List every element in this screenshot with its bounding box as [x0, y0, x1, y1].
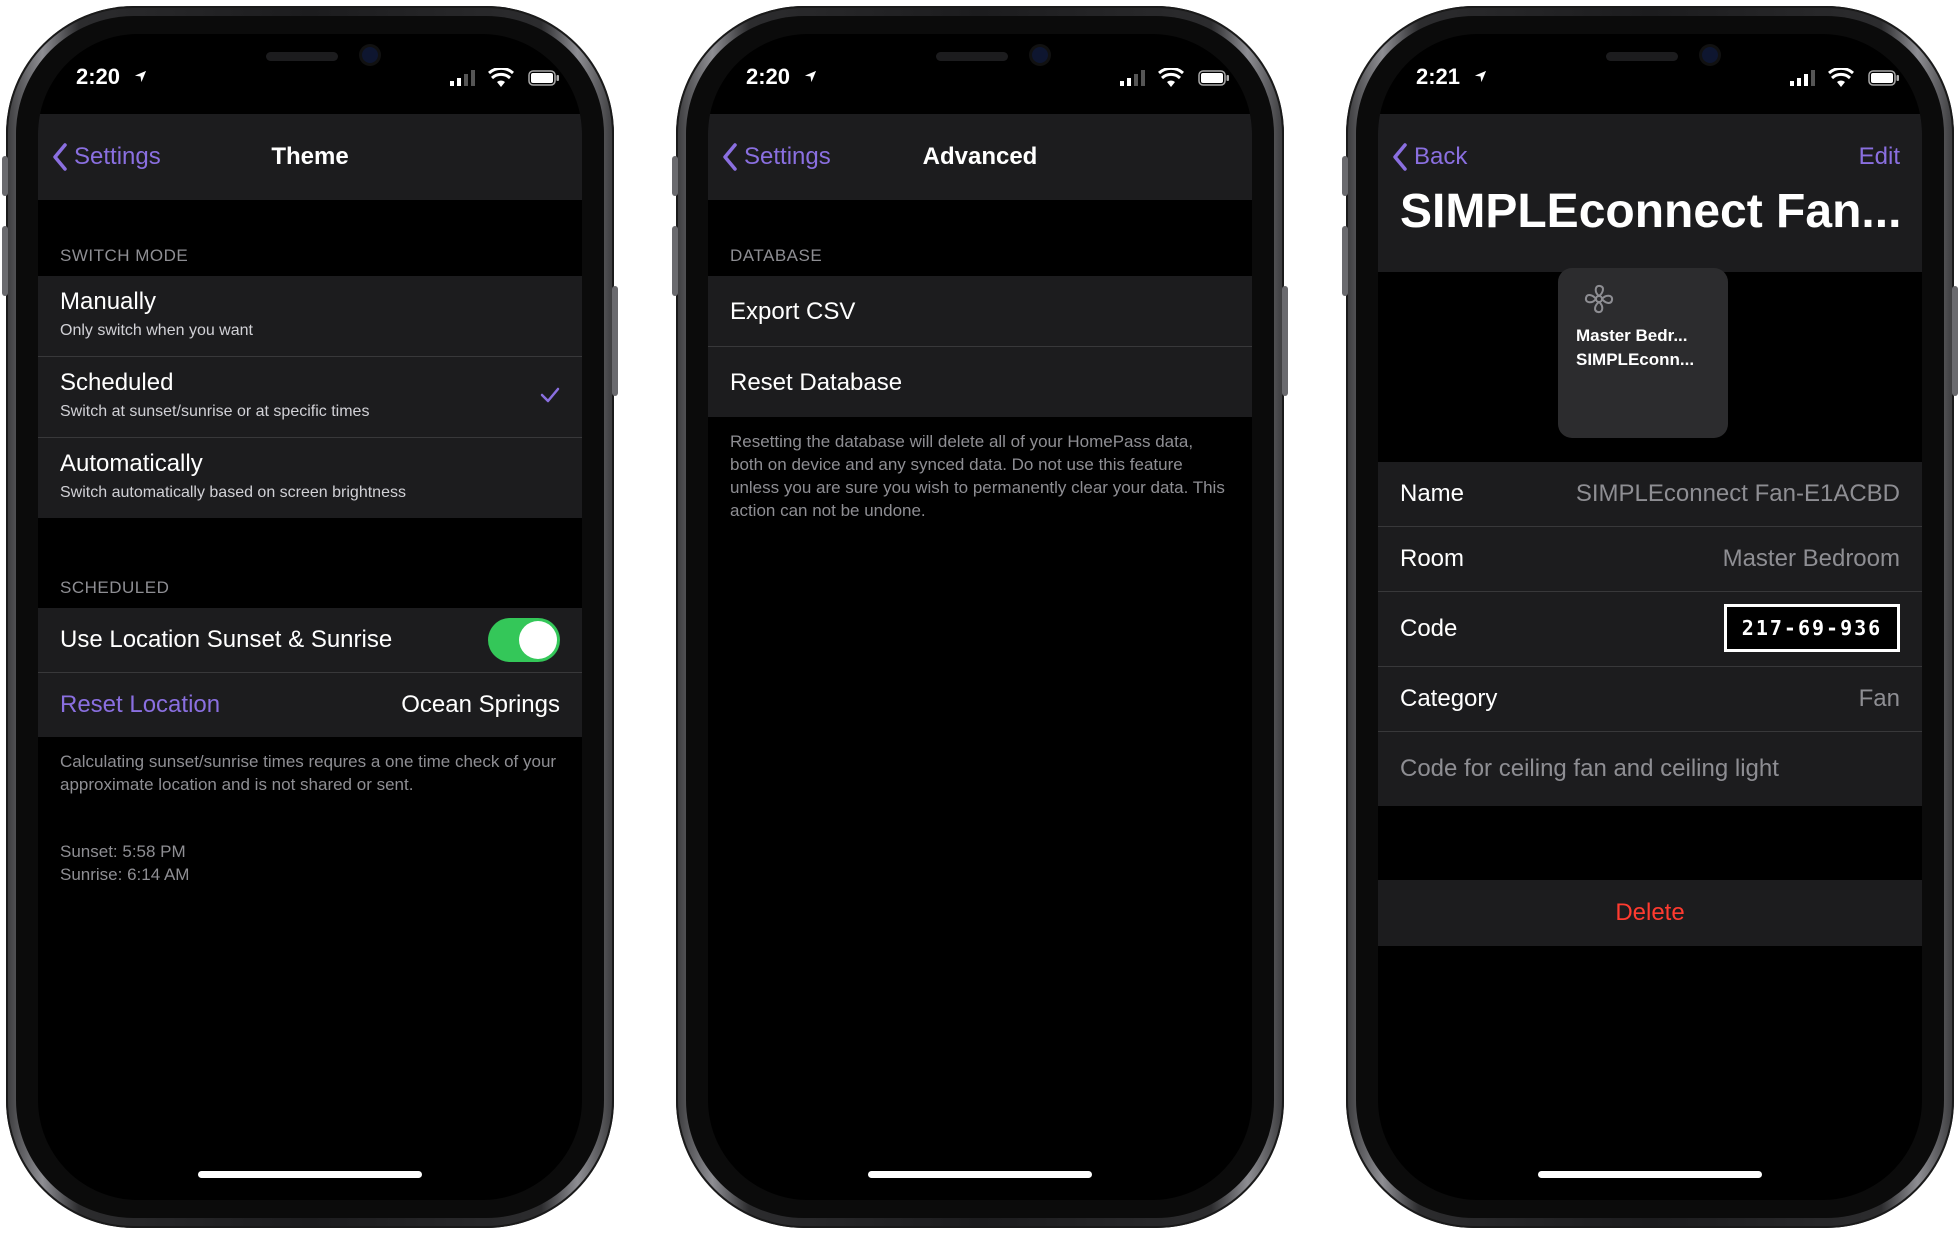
page-title: Advanced: [922, 143, 1038, 170]
mute-switch: [672, 156, 678, 196]
code-row[interactable]: Code 217-69-936: [1378, 592, 1922, 667]
location-footer-text: Calculating sunset/sunrise times requres…: [60, 752, 557, 794]
use-location-row: Use Location Sunset & Sunrise: [38, 608, 582, 673]
home-indicator[interactable]: [868, 1171, 1092, 1178]
database-group: Export CSV Reset Database: [708, 276, 1252, 417]
status-bar: 2:21: [1378, 64, 1922, 104]
reset-location-row[interactable]: Reset Location Ocean Springs: [38, 673, 582, 737]
volume-up-button: [1342, 226, 1348, 296]
room-key: Room: [1400, 545, 1465, 572]
option-automatically[interactable]: Automatically Switch automatically based…: [38, 438, 582, 518]
phone-advanced: 2:20 Settings Advanced DATABASE Export C…: [672, 6, 1288, 1228]
use-location-label: Use Location Sunset & Sunrise: [60, 626, 393, 653]
screen: 2:21 Back Edit SIMPLEconnect Fan... Mast…: [1378, 34, 1922, 1200]
category-value: Fan: [1858, 685, 1900, 712]
room-value: Master Bedroom: [1722, 545, 1900, 572]
option-subtitle: Switch at sunset/sunrise or at specific …: [60, 403, 370, 420]
option-subtitle: Only switch when you want: [60, 322, 253, 339]
status-time: 2:21: [1416, 64, 1461, 89]
volume-up-button: [672, 226, 678, 296]
reset-database-label: Reset Database: [730, 369, 903, 396]
option-manually[interactable]: Manually Only switch when you want: [38, 276, 582, 357]
battery-icon: [1198, 70, 1229, 86]
name-row[interactable]: Name SIMPLEconnect Fan-E1ACBD: [1378, 462, 1922, 527]
battery-icon: [1868, 70, 1899, 86]
option-subtitle: Switch automatically based on screen bri…: [60, 484, 406, 501]
cellular-signal-icon: [1790, 70, 1815, 86]
option-title: Scheduled: [60, 369, 174, 396]
tile-room-label: Master Bedr...: [1576, 326, 1688, 345]
export-csv-row[interactable]: Export CSV: [708, 276, 1252, 347]
status-bar: 2:20: [708, 64, 1252, 104]
page-title: Theme: [271, 143, 349, 170]
category-key: Category: [1400, 685, 1498, 712]
status-time: 2:20: [76, 64, 121, 89]
wifi-icon: [488, 68, 514, 87]
back-label: Back: [1414, 143, 1468, 170]
switch-mode-group: Manually Only switch when you want Sched…: [38, 276, 582, 518]
cellular-signal-icon: [450, 70, 475, 86]
status-bar: 2:20: [38, 64, 582, 104]
section-header-scheduled: SCHEDULED: [60, 578, 170, 597]
wifi-icon: [1828, 68, 1854, 87]
room-row[interactable]: Room Master Bedroom: [1378, 527, 1922, 592]
scheduled-group: Use Location Sunset & Sunrise Reset Loca…: [38, 608, 582, 737]
code-key: Code: [1400, 615, 1458, 642]
reset-location-label: Reset Location: [60, 691, 221, 718]
database-footer-text: Resetting the database will delete all o…: [730, 432, 1225, 520]
toggle-knob: [519, 621, 557, 659]
code-value[interactable]: 217-69-936: [1724, 604, 1900, 652]
notes-row[interactable]: Code for ceiling fan and ceiling light: [1378, 732, 1922, 806]
accessory-tile[interactable]: Master Bedr... SIMPLEconn...: [1558, 268, 1728, 438]
location-arrow-icon: [134, 70, 147, 83]
category-row[interactable]: Category Fan: [1378, 667, 1922, 732]
side-button: [1952, 286, 1958, 396]
tile-name-label: SIMPLEconn...: [1576, 350, 1695, 369]
mute-switch: [1342, 156, 1348, 196]
sunset-time: Sunset: 5:58 PM: [60, 842, 186, 861]
use-location-toggle[interactable]: [488, 618, 560, 662]
screen: 2:20 Settings Theme SWITCH MODE Manually…: [38, 34, 582, 1200]
section-header-switch-mode: SWITCH MODE: [60, 246, 189, 265]
location-arrow-icon: [1474, 70, 1487, 83]
chevron-left-icon: [1393, 143, 1407, 171]
volume-up-button: [2, 226, 8, 296]
location-value: Ocean Springs: [401, 691, 560, 718]
option-scheduled[interactable]: Scheduled Switch at sunset/sunrise or at…: [38, 357, 582, 438]
sunrise-time: Sunrise: 6:14 AM: [60, 865, 190, 884]
export-csv-label: Export CSV: [730, 298, 856, 325]
home-indicator[interactable]: [198, 1171, 422, 1178]
name-value: SIMPLEconnect Fan-E1ACBD: [1575, 480, 1900, 507]
option-title: Manually: [60, 288, 157, 315]
name-key: Name: [1400, 480, 1465, 507]
cellular-signal-icon: [1120, 70, 1145, 86]
location-arrow-icon: [804, 70, 817, 83]
details-group: Name SIMPLEconnect Fan-E1ACBD Room Maste…: [1378, 462, 1922, 806]
notes-text: Code for ceiling fan and ceiling light: [1400, 755, 1779, 782]
option-title: Automatically: [60, 450, 203, 477]
delete-button[interactable]: Delete: [1378, 880, 1922, 946]
mute-switch: [2, 156, 8, 196]
navigation-bar: Settings Theme: [38, 114, 582, 200]
section-header-database: DATABASE: [730, 246, 823, 265]
screen: 2:20 Settings Advanced DATABASE Export C…: [708, 34, 1252, 1200]
battery-icon: [528, 70, 559, 86]
navigation-bar: Settings Advanced: [708, 114, 1252, 200]
status-time: 2:20: [746, 64, 791, 89]
phone-theme: 2:20 Settings Theme SWITCH MODE Manually…: [2, 6, 618, 1228]
large-title: SIMPLEconnect Fan...: [1400, 185, 1902, 238]
side-button: [1282, 286, 1288, 396]
phone-detail: 2:21 Back Edit SIMPLEconnect Fan... Mast…: [1342, 6, 1958, 1228]
home-indicator[interactable]: [1538, 1171, 1762, 1178]
fan-icon: [1584, 284, 1614, 314]
reset-database-row[interactable]: Reset Database: [708, 347, 1252, 417]
side-button: [612, 286, 618, 396]
checkmark-icon: [540, 387, 560, 403]
wifi-icon: [1158, 68, 1184, 87]
